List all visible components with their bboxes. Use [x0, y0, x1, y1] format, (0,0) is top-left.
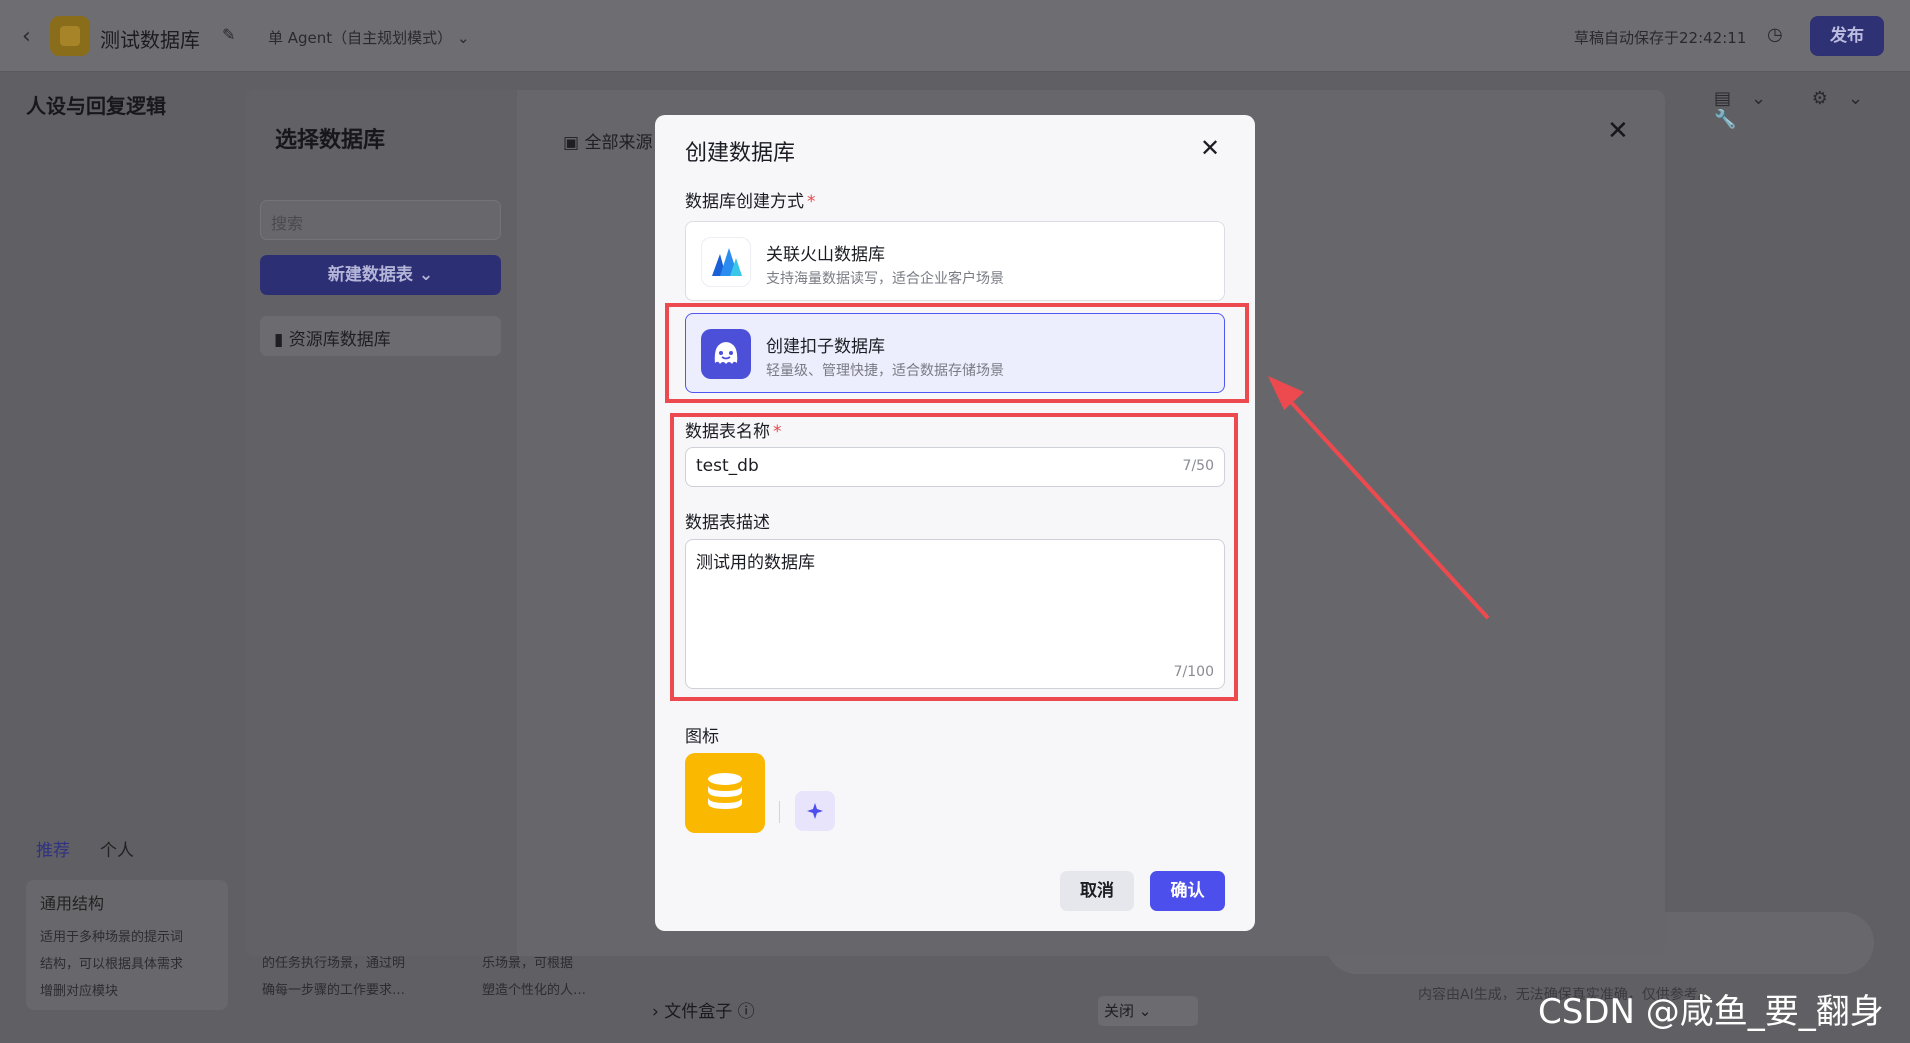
watermark: CSDN @咸鱼_要_翻身	[1538, 992, 1884, 1032]
annotation-arrow	[1268, 376, 1490, 620]
